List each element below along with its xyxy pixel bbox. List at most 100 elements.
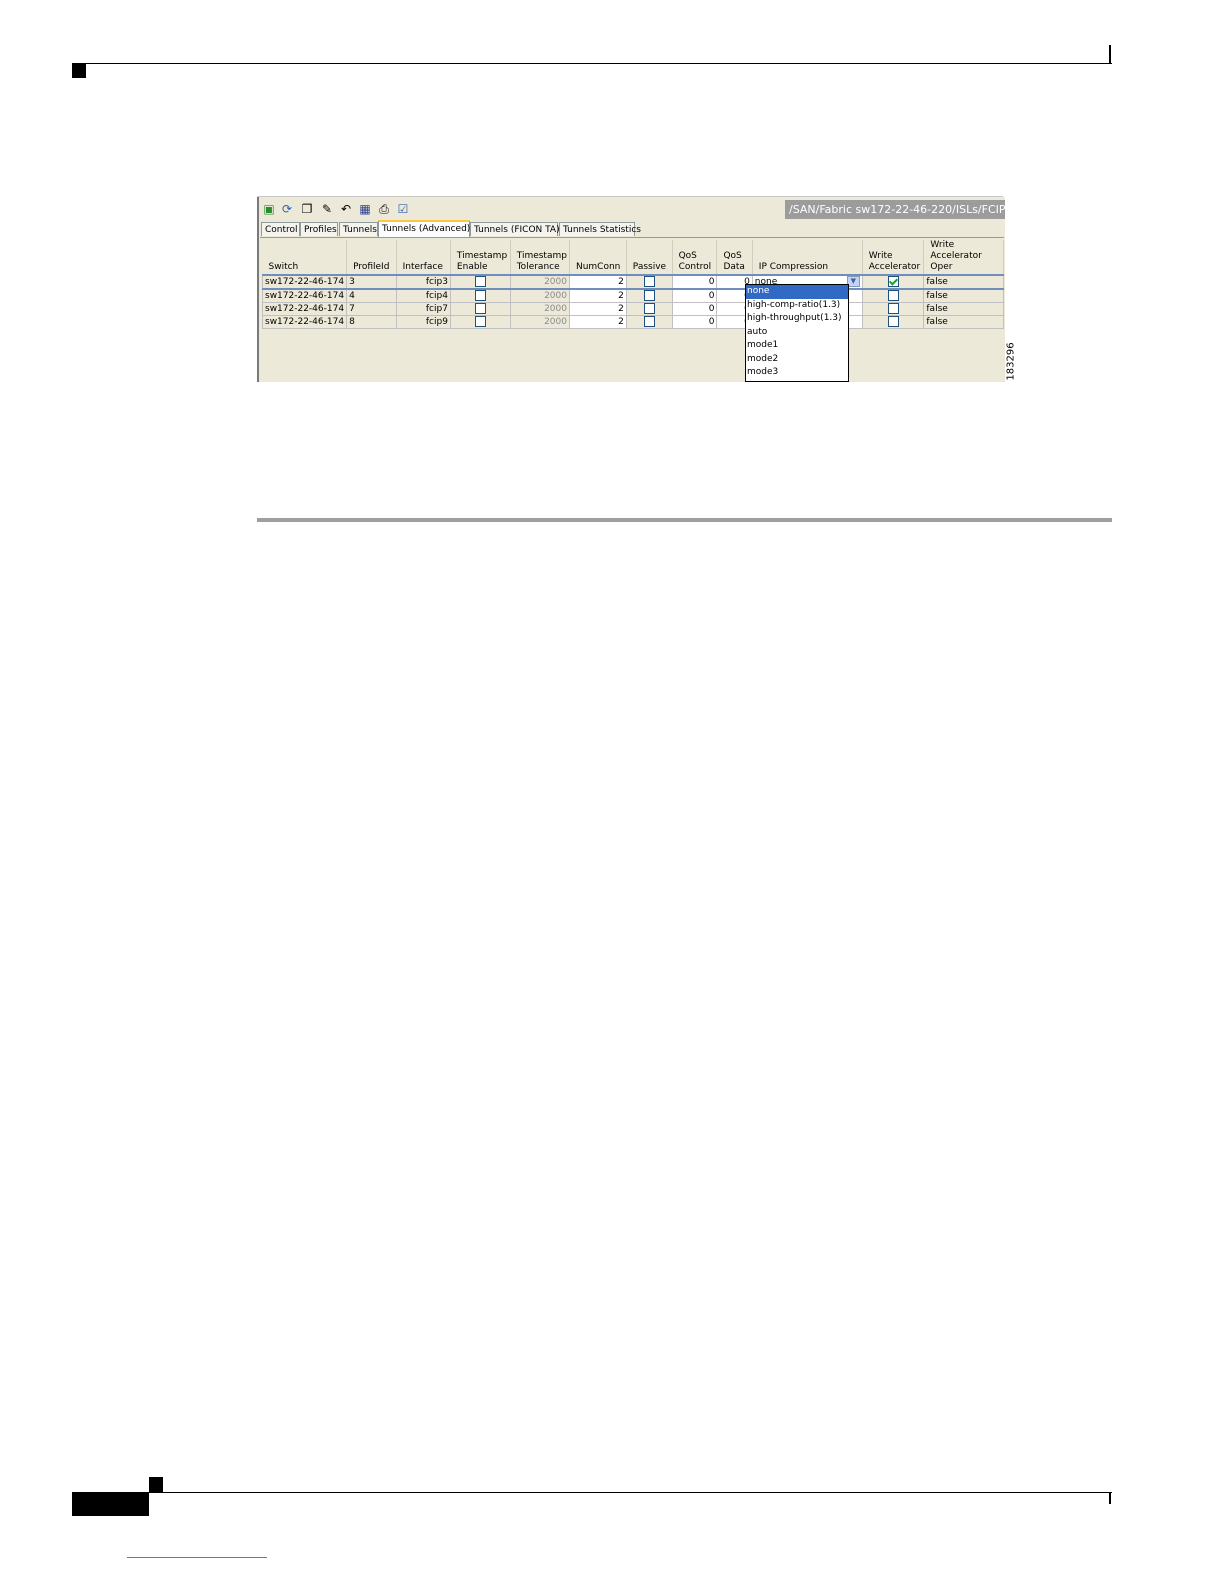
timestamp-enable-checkbox[interactable] [474,277,486,287]
table-header-row: Switch ProfileId Interface Timestamp Enab… [262,240,1004,276]
cell-passive[interactable] [625,288,673,303]
table-row[interactable]: sw172-22-46-174 7 fcip7 2000 2 0 0 false [261,302,1004,316]
passive-checkbox[interactable] [643,290,655,301]
passive-checkbox[interactable] [643,316,655,327]
header-qos-data[interactable]: QoS Data [716,240,753,276]
cell-timestamp-enable[interactable] [449,315,511,329]
cell-profile-id[interactable]: 8 [346,315,397,329]
section-divider [257,518,1112,522]
write-accelerator-checkbox[interactable] [887,277,899,287]
cell-passive[interactable] [625,274,673,290]
table-row[interactable]: sw172-22-46-174 3 fcip3 2000 2 0 0 none ▼… [261,274,1004,290]
cell-interface[interactable]: fcip3 [395,274,451,290]
dropdown-option-mode3[interactable]: mode3 [746,366,848,380]
cell-profile-id[interactable]: 3 [346,274,397,290]
header-switch[interactable]: Switch [262,240,348,276]
footer-link-underline[interactable] [127,1557,267,1558]
cell-numconn[interactable]: 2 [568,288,627,303]
header-write-accelerator-oper[interactable]: Write Accelerator Oper [923,240,1004,276]
footer-rule [72,1492,1112,1493]
tab-control[interactable]: Control [261,222,300,236]
cell-write-accelerator[interactable] [861,288,925,303]
save-icon[interactable]: ▦ [358,202,372,216]
dropdown-option-none[interactable]: none [746,285,848,299]
footer-marker [149,1477,163,1492]
write-accelerator-checkbox[interactable] [887,303,899,314]
print-icon[interactable]: ⎙ [377,202,391,216]
cell-numconn[interactable]: 2 [568,302,627,316]
cell-timestamp-tolerance[interactable]: 2000 [509,315,570,329]
table-panel: Switch ProfileId Interface Timestamp Enab… [260,237,1004,382]
tab-tunnels-statistics[interactable]: Tunnels Statistics [559,222,641,236]
header-passive[interactable]: Passive [626,240,673,276]
header-profile-id[interactable]: ProfileId [346,240,397,276]
cell-timestamp-enable[interactable] [449,288,511,303]
tab-tunnels-advanced[interactable]: Tunnels (Advanced) [378,220,470,237]
cell-write-accelerator[interactable] [861,302,925,316]
cell-write-accelerator-oper: false [923,288,1004,303]
dropdown-option-high-comp-ratio[interactable]: high-comp-ratio(1.3) [746,299,848,313]
ip-compression-dropdown[interactable]: none high-comp-ratio(1.3) high-throughpu… [745,284,849,382]
cell-timestamp-enable[interactable] [449,302,511,316]
header-timestamp-enable[interactable]: Timestamp Enable [450,240,511,276]
undo-icon[interactable]: ↶ [339,202,353,216]
write-accelerator-checkbox[interactable] [887,290,899,301]
tunnels-table: Switch ProfileId Interface Timestamp Enab… [261,240,1004,329]
tab-profiles[interactable]: Profiles [300,222,338,236]
header-write-accelerator[interactable]: Write Accelerator [862,240,925,276]
cell-qos-control[interactable]: 0 [671,315,718,329]
cell-interface[interactable]: fcip4 [395,288,451,303]
cell-profile-id[interactable]: 4 [346,288,397,303]
cell-switch[interactable]: sw172-22-46-174 [261,302,348,316]
copy-icon[interactable]: ❐ [300,202,314,216]
table-row[interactable]: sw172-22-46-174 8 fcip9 2000 2 0 0 false [261,315,1004,329]
cell-write-accelerator-oper: false [923,315,1004,329]
dropdown-option-auto[interactable]: auto [746,326,848,340]
cell-switch[interactable]: sw172-22-46-174 [261,315,348,329]
header-ip-compression[interactable]: IP Compression [752,240,863,276]
cell-qos-control[interactable]: 0 [671,274,718,290]
export-icon[interactable]: ▣ [262,202,276,216]
dropdown-option-mode2[interactable]: mode2 [746,353,848,367]
cell-timestamp-tolerance[interactable]: 2000 [509,274,570,290]
cell-timestamp-tolerance[interactable]: 2000 [509,302,570,316]
cell-switch[interactable]: sw172-22-46-174 [261,288,348,303]
cell-switch[interactable]: sw172-22-46-174 [261,274,348,290]
cell-numconn[interactable]: 2 [568,315,627,329]
page-number-block [72,1492,149,1516]
paste-icon[interactable]: ✎ [320,202,334,216]
passive-checkbox[interactable] [643,277,655,287]
header-qos-control[interactable]: QoS Control [672,240,718,276]
cell-qos-control[interactable]: 0 [671,288,718,303]
refresh-icon[interactable]: ⟳ [280,202,294,216]
header-interface[interactable]: Interface [396,240,451,276]
write-accelerator-checkbox[interactable] [887,316,899,327]
cell-numconn[interactable]: 2 [568,274,627,290]
header-timestamp-tolerance[interactable]: Timestamp Tolerance [510,240,570,276]
cell-timestamp-tolerance[interactable]: 2000 [509,288,570,303]
cell-qos-control[interactable]: 0 [671,302,718,316]
cell-timestamp-enable[interactable] [449,274,511,290]
table-row[interactable]: sw172-22-46-174 4 fcip4 2000 2 0 0 false [261,288,1004,303]
cell-write-accelerator-oper: false [923,302,1004,316]
passive-checkbox[interactable] [643,303,655,314]
cell-passive[interactable] [625,302,673,316]
timestamp-enable-checkbox[interactable] [474,290,486,301]
tab-tunnels-ficon-ta[interactable]: Tunnels (FICON TA) [470,222,560,236]
tab-tunnels[interactable]: Tunnels [339,222,378,236]
cell-write-accelerator[interactable] [861,274,925,290]
timestamp-enable-checkbox[interactable] [474,303,486,314]
dropdown-option-high-throughput[interactable]: high-throughput(1.3) [746,312,848,326]
dropdown-option-mode1[interactable]: mode1 [746,339,848,353]
cell-interface[interactable]: fcip9 [395,315,451,329]
cell-profile-id[interactable]: 7 [346,302,397,316]
edit-icon[interactable]: ☑ [396,202,410,216]
toolbar: ▣ ⟳ ❐ ✎ ↶ ▦ ⎙ ☑ /SAN/Fabric sw172-22-46-… [259,198,1005,220]
cell-write-accelerator[interactable] [861,315,925,329]
cell-passive[interactable] [625,315,673,329]
header-numconn[interactable]: NumConn [569,240,627,276]
cell-interface[interactable]: fcip7 [395,302,451,316]
header-tick [1109,45,1111,64]
figure-id: 183296 [1005,342,1017,381]
timestamp-enable-checkbox[interactable] [474,316,486,327]
